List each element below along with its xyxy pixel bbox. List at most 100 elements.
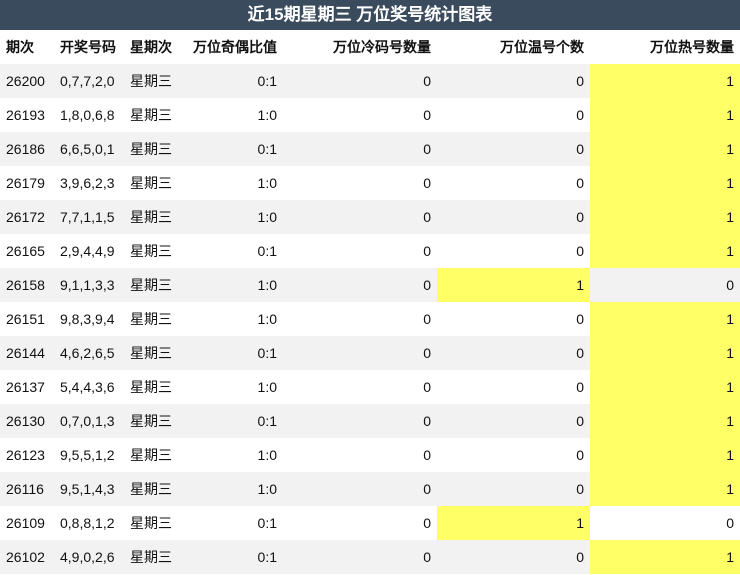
cell-warm: 0 xyxy=(437,98,590,132)
cell-numbers: 4,6,2,6,5 xyxy=(54,336,124,370)
cell-hot: 1 xyxy=(590,370,740,404)
cell-hot: 1 xyxy=(590,234,740,268)
cell-issue: 26102 xyxy=(0,540,54,574)
header-weekday: 星期次 xyxy=(124,30,186,64)
table-row: 26130 0,7,0,1,3 星期三 0:1 0 0 1 xyxy=(0,404,740,438)
cell-odd-even: 0:1 xyxy=(186,336,283,370)
cell-odd-even: 1:0 xyxy=(186,166,283,200)
cell-weekday: 星期三 xyxy=(124,540,186,574)
cell-weekday: 星期三 xyxy=(124,302,186,336)
cell-weekday: 星期三 xyxy=(124,268,186,302)
cell-hot: 1 xyxy=(590,540,740,574)
cell-warm: 0 xyxy=(437,200,590,234)
table-row: 26200 0,7,7,2,0 星期三 0:1 0 0 1 xyxy=(0,64,740,98)
cell-hot: 1 xyxy=(590,166,740,200)
cell-warm: 0 xyxy=(437,132,590,166)
cell-warm: 0 xyxy=(437,166,590,200)
table-row: 26116 9,5,1,4,3 星期三 1:0 0 0 1 xyxy=(0,472,740,506)
cell-issue: 26130 xyxy=(0,404,54,438)
cell-numbers: 0,7,0,1,3 xyxy=(54,404,124,438)
cell-numbers: 0,7,7,2,0 xyxy=(54,64,124,98)
cell-issue: 26123 xyxy=(0,438,54,472)
cell-odd-even: 0:1 xyxy=(186,234,283,268)
cell-issue: 26186 xyxy=(0,132,54,166)
table-row: 26123 9,5,5,1,2 星期三 1:0 0 0 1 xyxy=(0,438,740,472)
cell-warm: 0 xyxy=(437,302,590,336)
cell-odd-even: 0:1 xyxy=(186,132,283,166)
cell-cold: 0 xyxy=(283,98,437,132)
cell-warm: 0 xyxy=(437,404,590,438)
cell-odd-even: 0:1 xyxy=(186,540,283,574)
header-odd-even: 万位奇偶比值 xyxy=(186,30,283,64)
table-row: 26172 7,7,1,1,5 星期三 1:0 0 0 1 xyxy=(0,200,740,234)
cell-issue: 26137 xyxy=(0,370,54,404)
cell-hot: 1 xyxy=(590,302,740,336)
cell-numbers: 4,9,0,2,6 xyxy=(54,540,124,574)
cell-hot: 0 xyxy=(590,506,740,540)
cell-hot: 1 xyxy=(590,98,740,132)
cell-issue: 26172 xyxy=(0,200,54,234)
header-cold: 万位冷码号数量 xyxy=(283,30,437,64)
cell-issue: 26200 xyxy=(0,64,54,98)
cell-cold: 0 xyxy=(283,132,437,166)
cell-odd-even: 1:0 xyxy=(186,268,283,302)
cell-weekday: 星期三 xyxy=(124,370,186,404)
cell-odd-even: 1:0 xyxy=(186,200,283,234)
cell-cold: 0 xyxy=(283,370,437,404)
table-row: 26186 6,6,5,0,1 星期三 0:1 0 0 1 xyxy=(0,132,740,166)
cell-warm: 0 xyxy=(437,336,590,370)
cell-numbers: 9,5,5,1,2 xyxy=(54,438,124,472)
cell-issue: 26144 xyxy=(0,336,54,370)
table-row: 26109 0,8,8,1,2 星期三 0:1 0 1 0 xyxy=(0,506,740,540)
header-hot: 万位热号数量 xyxy=(590,30,740,64)
cell-numbers: 5,4,4,3,6 xyxy=(54,370,124,404)
table-row: 26179 3,9,6,2,3 星期三 1:0 0 0 1 xyxy=(0,166,740,200)
cell-weekday: 星期三 xyxy=(124,506,186,540)
cell-issue: 26151 xyxy=(0,302,54,336)
table-row: 26144 4,6,2,6,5 星期三 0:1 0 0 1 xyxy=(0,336,740,370)
cell-warm: 1 xyxy=(437,268,590,302)
cell-odd-even: 1:0 xyxy=(186,370,283,404)
cell-numbers: 9,8,3,9,4 xyxy=(54,302,124,336)
cell-warm: 0 xyxy=(437,472,590,506)
cell-hot: 1 xyxy=(590,336,740,370)
cell-weekday: 星期三 xyxy=(124,200,186,234)
cell-hot: 1 xyxy=(590,404,740,438)
table-row: 26137 5,4,4,3,6 星期三 1:0 0 0 1 xyxy=(0,370,740,404)
cell-hot: 0 xyxy=(590,268,740,302)
cell-odd-even: 0:1 xyxy=(186,64,283,98)
cell-odd-even: 1:0 xyxy=(186,302,283,336)
cell-weekday: 星期三 xyxy=(124,64,186,98)
cell-issue: 26109 xyxy=(0,506,54,540)
cell-numbers: 1,8,0,6,8 xyxy=(54,98,124,132)
cell-hot: 1 xyxy=(590,64,740,98)
cell-weekday: 星期三 xyxy=(124,98,186,132)
cell-numbers: 9,1,1,3,3 xyxy=(54,268,124,302)
table-row: 26158 9,1,1,3,3 星期三 1:0 0 1 0 xyxy=(0,268,740,302)
cell-hot: 1 xyxy=(590,472,740,506)
cell-cold: 0 xyxy=(283,540,437,574)
table-row: 26151 9,8,3,9,4 星期三 1:0 0 0 1 xyxy=(0,302,740,336)
cell-numbers: 6,6,5,0,1 xyxy=(54,132,124,166)
cell-cold: 0 xyxy=(283,506,437,540)
table-title: 近15期星期三 万位奖号统计图表 xyxy=(0,0,740,30)
cell-warm: 0 xyxy=(437,234,590,268)
cell-weekday: 星期三 xyxy=(124,404,186,438)
cell-cold: 0 xyxy=(283,268,437,302)
cell-issue: 26116 xyxy=(0,472,54,506)
cell-hot: 1 xyxy=(590,132,740,166)
header-warm: 万位温号个数 xyxy=(437,30,590,64)
cell-odd-even: 1:0 xyxy=(186,438,283,472)
cell-cold: 0 xyxy=(283,200,437,234)
cell-cold: 0 xyxy=(283,472,437,506)
cell-issue: 26179 xyxy=(0,166,54,200)
cell-numbers: 7,7,1,1,5 xyxy=(54,200,124,234)
cell-weekday: 星期三 xyxy=(124,132,186,166)
table-row: 26193 1,8,0,6,8 星期三 1:0 0 0 1 xyxy=(0,98,740,132)
cell-weekday: 星期三 xyxy=(124,166,186,200)
cell-cold: 0 xyxy=(283,336,437,370)
cell-weekday: 星期三 xyxy=(124,336,186,370)
cell-issue: 26193 xyxy=(0,98,54,132)
table-row: 26165 2,9,4,4,9 星期三 0:1 0 0 1 xyxy=(0,234,740,268)
header-row: 期次 开奖号码 星期次 万位奇偶比值 万位冷码号数量 万位温号个数 万位热号数量 xyxy=(0,30,740,64)
